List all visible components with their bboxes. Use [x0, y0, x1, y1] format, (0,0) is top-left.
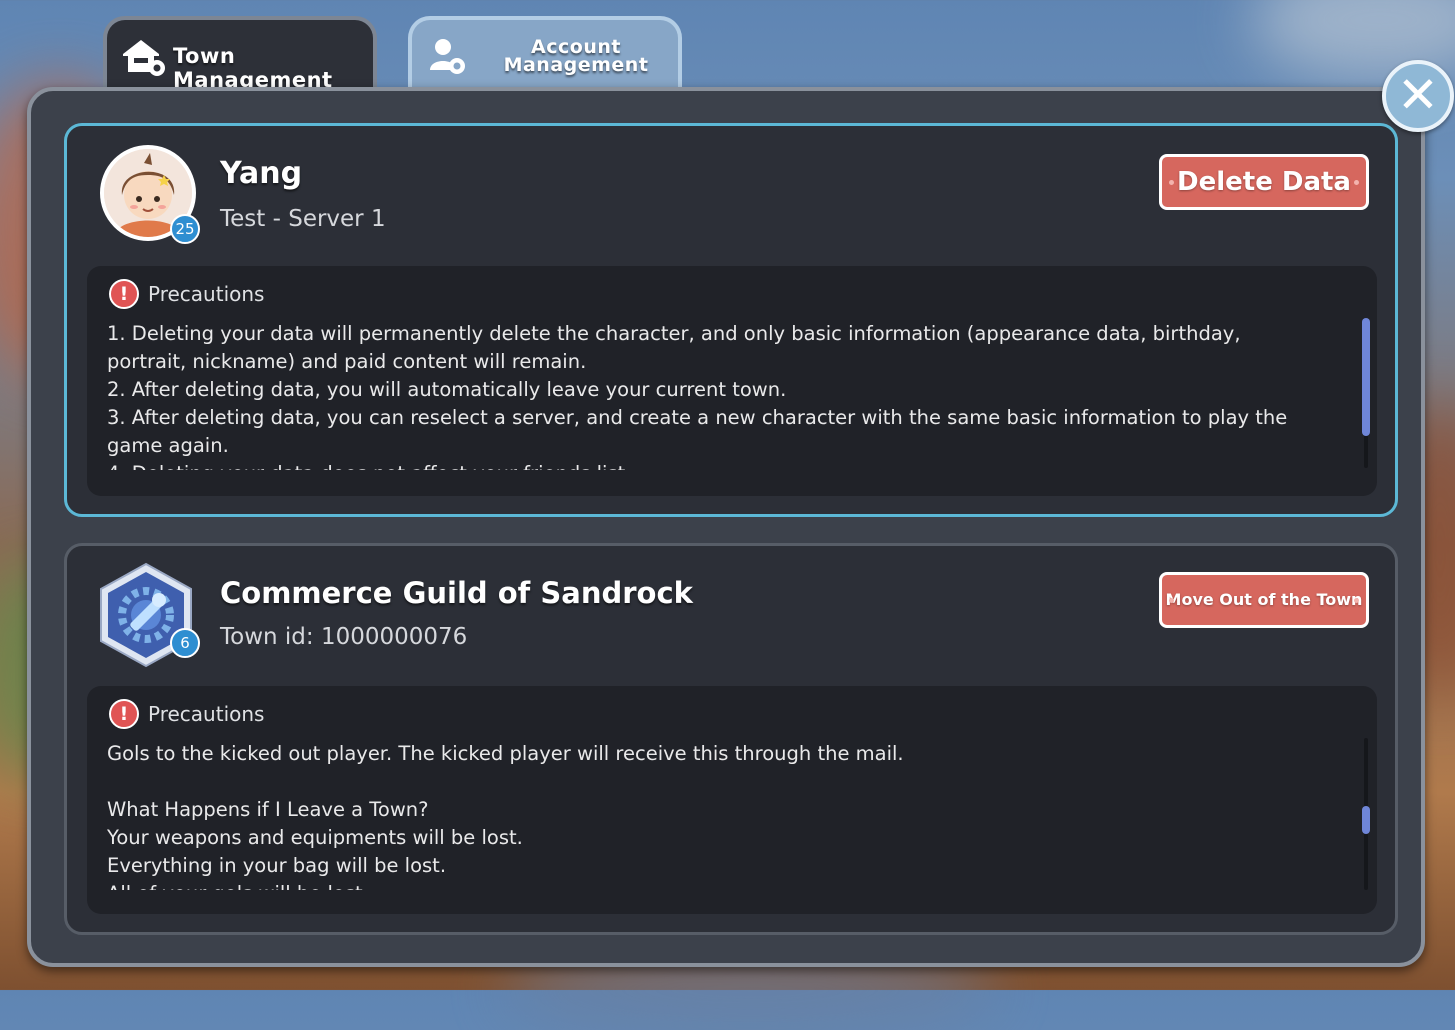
- precaution-line: 1. Deleting your data will permanently d…: [107, 322, 1241, 373]
- town-card: 6 Commerce Guild of Sandrock Town id: 10…: [64, 543, 1398, 935]
- player-name: Yang: [220, 156, 303, 191]
- server-label: Test - Server 1: [220, 206, 386, 232]
- level-badge: 25: [170, 214, 200, 244]
- precautions-title: Precautions: [148, 702, 265, 726]
- close-button[interactable]: ✕: [1382, 60, 1454, 132]
- precaution-line: What Happens if I Leave a Town?: [107, 798, 429, 821]
- warning-icon: !: [109, 699, 139, 729]
- level-badge: 6: [170, 628, 200, 658]
- precautions-header: ! Precautions: [109, 278, 264, 310]
- precaution-line: Gols to the kicked out player. The kicke…: [107, 742, 904, 765]
- account-card: 25 Yang Test - Server 1 Delete Data ! Pr…: [64, 123, 1398, 517]
- precaution-line: 4. Deleting your data does not affect yo…: [107, 460, 1317, 470]
- close-icon: ✕: [1397, 66, 1439, 124]
- move-out-button-label: Move Out of the Town: [1165, 590, 1363, 609]
- town-name: Commerce Guild of Sandrock: [220, 576, 693, 610]
- account-precautions-box: ! Precautions 1. Deleting your data will…: [87, 266, 1377, 496]
- house-gear-icon: [119, 34, 169, 84]
- precautions-text: 1. Deleting your data will permanently d…: [107, 320, 1317, 470]
- scrollbar[interactable]: [1362, 738, 1370, 890]
- precaution-line: Everything in your bag will be lost.: [107, 854, 447, 877]
- precaution-line: [107, 768, 1317, 796]
- tab-account-management-label: Account Management: [503, 36, 649, 76]
- move-out-of-town-button[interactable]: Move Out of the Town: [1159, 572, 1369, 628]
- warning-icon: !: [109, 279, 139, 309]
- management-panel: 25 Yang Test - Server 1 Delete Data ! Pr…: [27, 87, 1425, 967]
- scrollbar[interactable]: [1362, 318, 1370, 468]
- scrollbar-thumb[interactable]: [1362, 318, 1370, 436]
- scrollbar-thumb[interactable]: [1362, 806, 1370, 834]
- delete-data-button[interactable]: Delete Data: [1159, 154, 1369, 210]
- precautions-header: ! Precautions: [109, 698, 264, 730]
- precaution-line: 3. After deleting data, you can reselect…: [107, 406, 1288, 457]
- delete-data-button-label: Delete Data: [1177, 167, 1351, 197]
- precautions-text: Gols to the kicked out player. The kicke…: [107, 740, 1317, 890]
- precaution-line: Your weapons and equipments will be lost…: [107, 826, 523, 849]
- precautions-title: Precautions: [148, 282, 265, 306]
- user-gear-icon: [428, 36, 468, 82]
- precaution-line: 2. After deleting data, you will automat…: [107, 378, 787, 401]
- precaution-line: All of your gols will be lost.: [107, 880, 1317, 890]
- town-id-label: Town id: 1000000076: [220, 624, 468, 650]
- town-precautions-box: ! Precautions Gols to the kicked out pla…: [87, 686, 1377, 914]
- tab-town-management[interactable]: Town Management: [103, 16, 377, 96]
- tab-account-management[interactable]: Account Management: [408, 16, 682, 96]
- tab-town-management-label: Town Management: [173, 44, 333, 92]
